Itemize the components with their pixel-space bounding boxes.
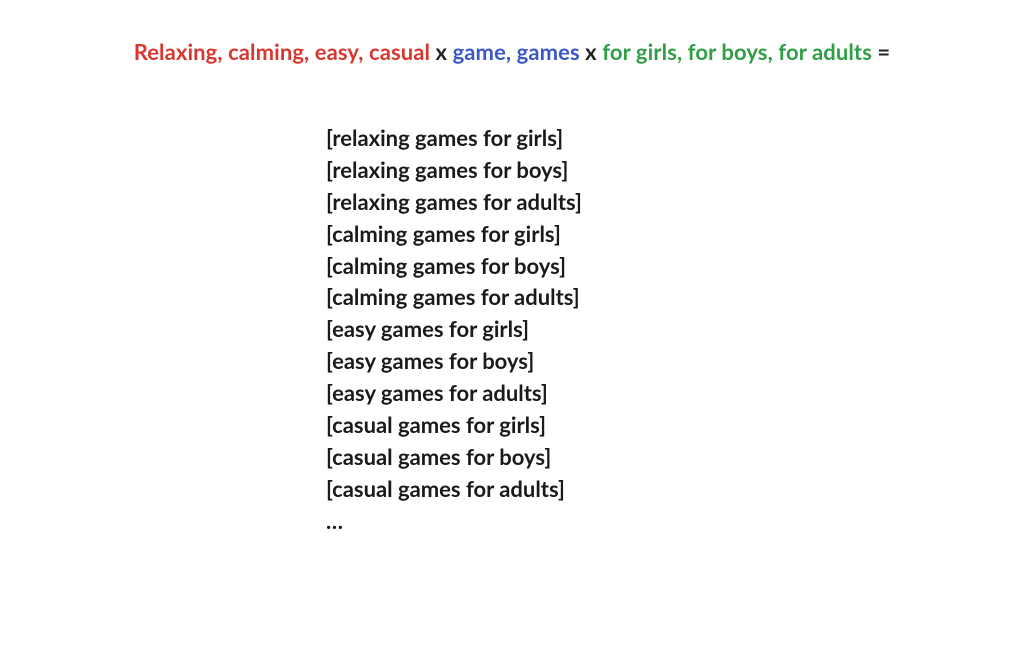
list-item: [relaxing games for girls] [326,122,582,154]
list-item: [relaxing games for boys] [326,154,582,186]
formula-group-audience: for girls, for boys, for adults [602,38,872,65]
list-item: [easy games for girls] [326,313,582,345]
equals-sign: = [872,38,890,65]
list-item-ellipsis: … [326,505,582,537]
formula-group-adjectives: Relaxing, calming, easy, casual [134,38,430,65]
list-item: [calming games for boys] [326,250,582,282]
list-item: [relaxing games for adults] [326,186,582,218]
keyword-results-list: [relaxing games for girls] [relaxing gam… [326,122,582,537]
keyword-formula: Relaxing, calming, easy, casual x game, … [0,38,1024,65]
list-item: [easy games for boys] [326,345,582,377]
list-item: [casual games for girls] [326,409,582,441]
list-item: [calming games for adults] [326,281,582,313]
list-item: [easy games for adults] [326,377,582,409]
multiply-separator-2: x [580,38,602,65]
list-item: [casual games for boys] [326,441,582,473]
multiply-separator-1: x [430,38,452,65]
list-item: [calming games for girls] [326,218,582,250]
list-item: [casual games for adults] [326,473,582,505]
formula-group-nouns: game, games [453,38,580,65]
